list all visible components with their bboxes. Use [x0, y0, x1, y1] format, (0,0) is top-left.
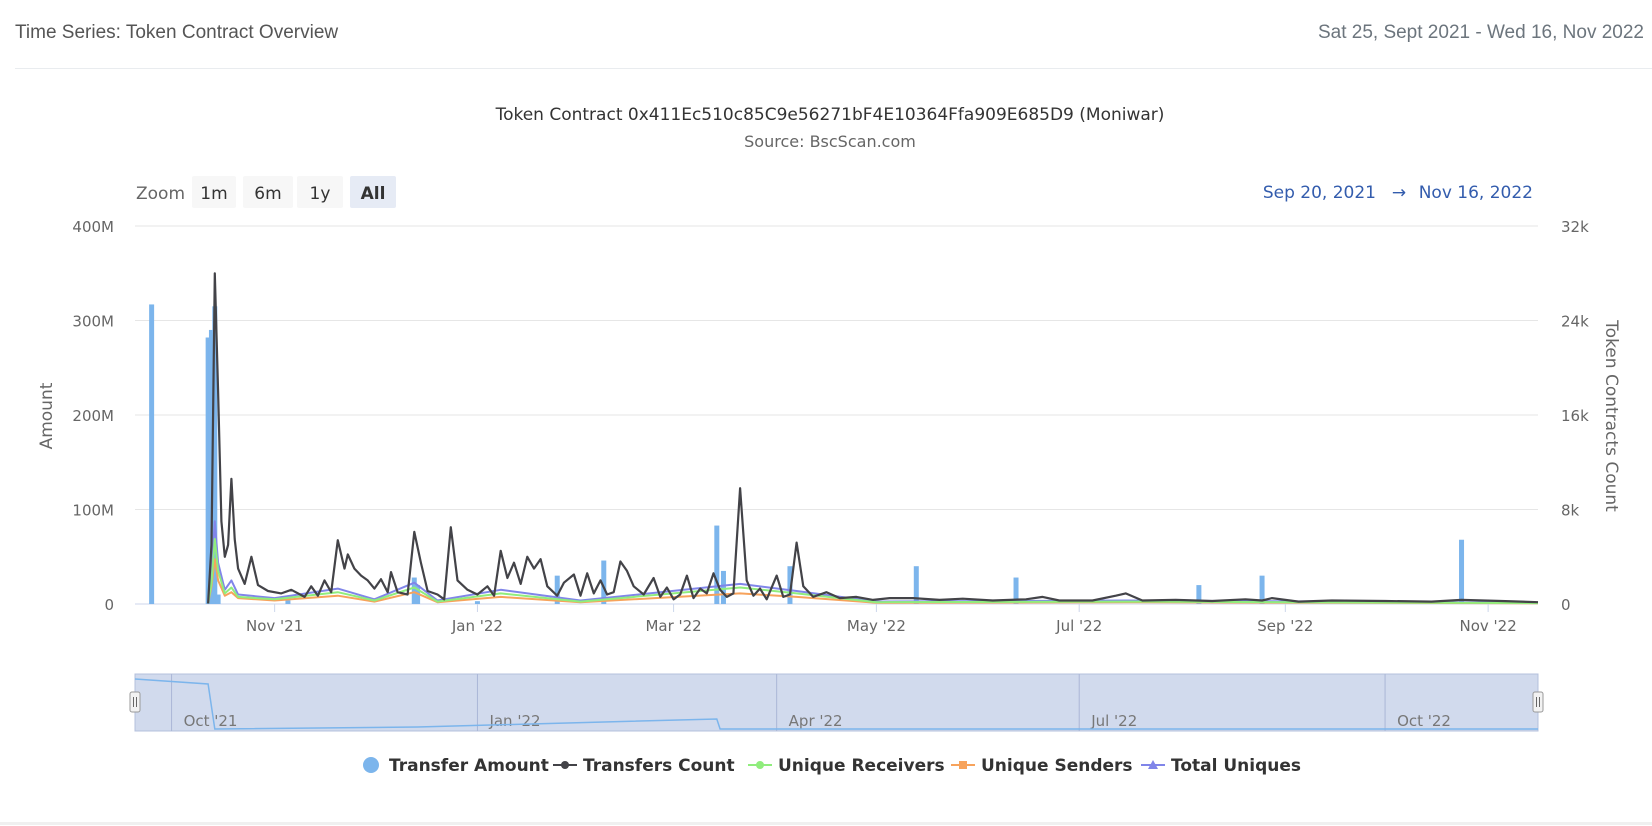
transfer-amount-bar — [285, 600, 291, 604]
navigator-label: Oct '22 — [1397, 712, 1451, 730]
transfer-amount-bar — [1459, 539, 1465, 604]
legend-total-uniques[interactable]: Total Uniques — [1141, 756, 1301, 776]
range-selector: Zoom 1m 6m 1y All Sep 20, 2021 → Nov 16, 20… — [136, 176, 1533, 208]
legend-label[interactable]: Unique Senders — [981, 756, 1133, 776]
y-left-tick: 400M — [72, 218, 114, 236]
transfer-amount-bar — [474, 601, 480, 604]
legend-marker — [959, 761, 967, 769]
navigator-label: Apr '22 — [789, 712, 843, 730]
navigator[interactable]: Oct '21 Jan '22 Apr '22 Jul '22 Oct '22 — [129, 673, 1544, 732]
y-right-tick: 0 — [1561, 596, 1571, 614]
legend-marker — [756, 761, 764, 769]
y-right-tick: 8k — [1561, 502, 1580, 520]
zoom-button-label[interactable]: 1m — [200, 184, 227, 204]
transfers-count-line — [207, 272, 1539, 604]
y-left-tick: 100M — [72, 502, 114, 520]
legend-label[interactable]: Transfer Amount — [389, 756, 549, 776]
y-axis-right-label: Token Contracts Count — [1601, 319, 1621, 512]
navigator-handle-right[interactable] — [1532, 691, 1544, 713]
zoom-button-label[interactable]: 6m — [254, 184, 281, 204]
navigator-label: Oct '21 — [184, 712, 238, 730]
y-axis-left: 0 100M 200M 300M 400M — [72, 218, 114, 614]
range-to[interactable]: Nov 16, 2022 — [1419, 183, 1533, 203]
unique-senders-line — [207, 558, 1539, 605]
legend-unique-senders[interactable]: Unique Senders — [951, 756, 1133, 776]
navigator-handle-left[interactable] — [129, 691, 141, 713]
chart-title: Token Contract 0x411Ec510c85C9e56271bF4E… — [495, 105, 1165, 125]
zoom-button-label[interactable]: All — [361, 184, 386, 204]
x-axis: Nov '21 Jan '22 Mar '22 May '22 Jul '22 Sep '… — [246, 604, 1517, 635]
transfer-amount-bar — [714, 525, 720, 604]
x-tick-label: Jan '22 — [451, 617, 503, 635]
range-from[interactable]: Sep 20, 2021 — [1263, 183, 1376, 203]
transfer-amount-bar — [720, 570, 726, 604]
legend-transfers-count[interactable]: Transfers Count — [553, 756, 735, 776]
navigator-label: Jan '22 — [488, 712, 540, 730]
x-tick-label: Mar '22 — [645, 617, 701, 635]
x-tick-label: Nov '21 — [246, 617, 303, 635]
y-right-tick: 16k — [1561, 407, 1589, 425]
y-left-tick: 0 — [104, 596, 114, 614]
zoom-label: Zoom — [136, 184, 185, 204]
x-tick-label: Nov '22 — [1459, 617, 1516, 635]
x-tick-label: May '22 — [847, 617, 906, 635]
y-axis-right: 0 8k 16k 24k 32k — [1561, 218, 1589, 614]
chart-svg: Token Contract 0x411Ec510c85C9e56271bF4E… — [37, 105, 1621, 776]
transfer-amount-bar — [215, 594, 221, 604]
legend-symbol — [363, 757, 379, 773]
range-arrow: → — [1392, 183, 1406, 203]
legend-label[interactable]: Total Uniques — [1171, 756, 1301, 776]
chart-subtitle: Source: BscScan.com — [744, 132, 916, 151]
zoom-button-label[interactable]: 1y — [310, 184, 331, 204]
chart-card: Time Series: Token Contract Overview Sat… — [0, 0, 1652, 825]
y-axis-left-label: Amount — [37, 382, 57, 449]
series-lines — [207, 272, 1539, 605]
y-right-tick: 32k — [1561, 218, 1589, 236]
transfer-amount-bar — [149, 304, 155, 604]
y-left-tick: 200M — [72, 407, 114, 425]
legend-unique-receivers[interactable]: Unique Receivers — [748, 756, 945, 776]
y-right-tick: 24k — [1561, 313, 1589, 331]
y-left-tick: 300M — [72, 313, 114, 331]
grid-lines — [135, 225, 1538, 605]
legend-label[interactable]: Unique Receivers — [778, 756, 945, 776]
legend-label[interactable]: Transfers Count — [583, 756, 735, 776]
navigator-label: Jul '22 — [1090, 712, 1137, 730]
legend: Transfer Amount Transfers Count Unique Rec… — [363, 756, 1301, 776]
x-tick-label: Sep '22 — [1257, 617, 1313, 635]
legend-transfer-amount[interactable]: Transfer Amount — [363, 756, 549, 776]
legend-marker — [561, 761, 569, 769]
x-tick-label: Jul '22 — [1055, 617, 1102, 635]
